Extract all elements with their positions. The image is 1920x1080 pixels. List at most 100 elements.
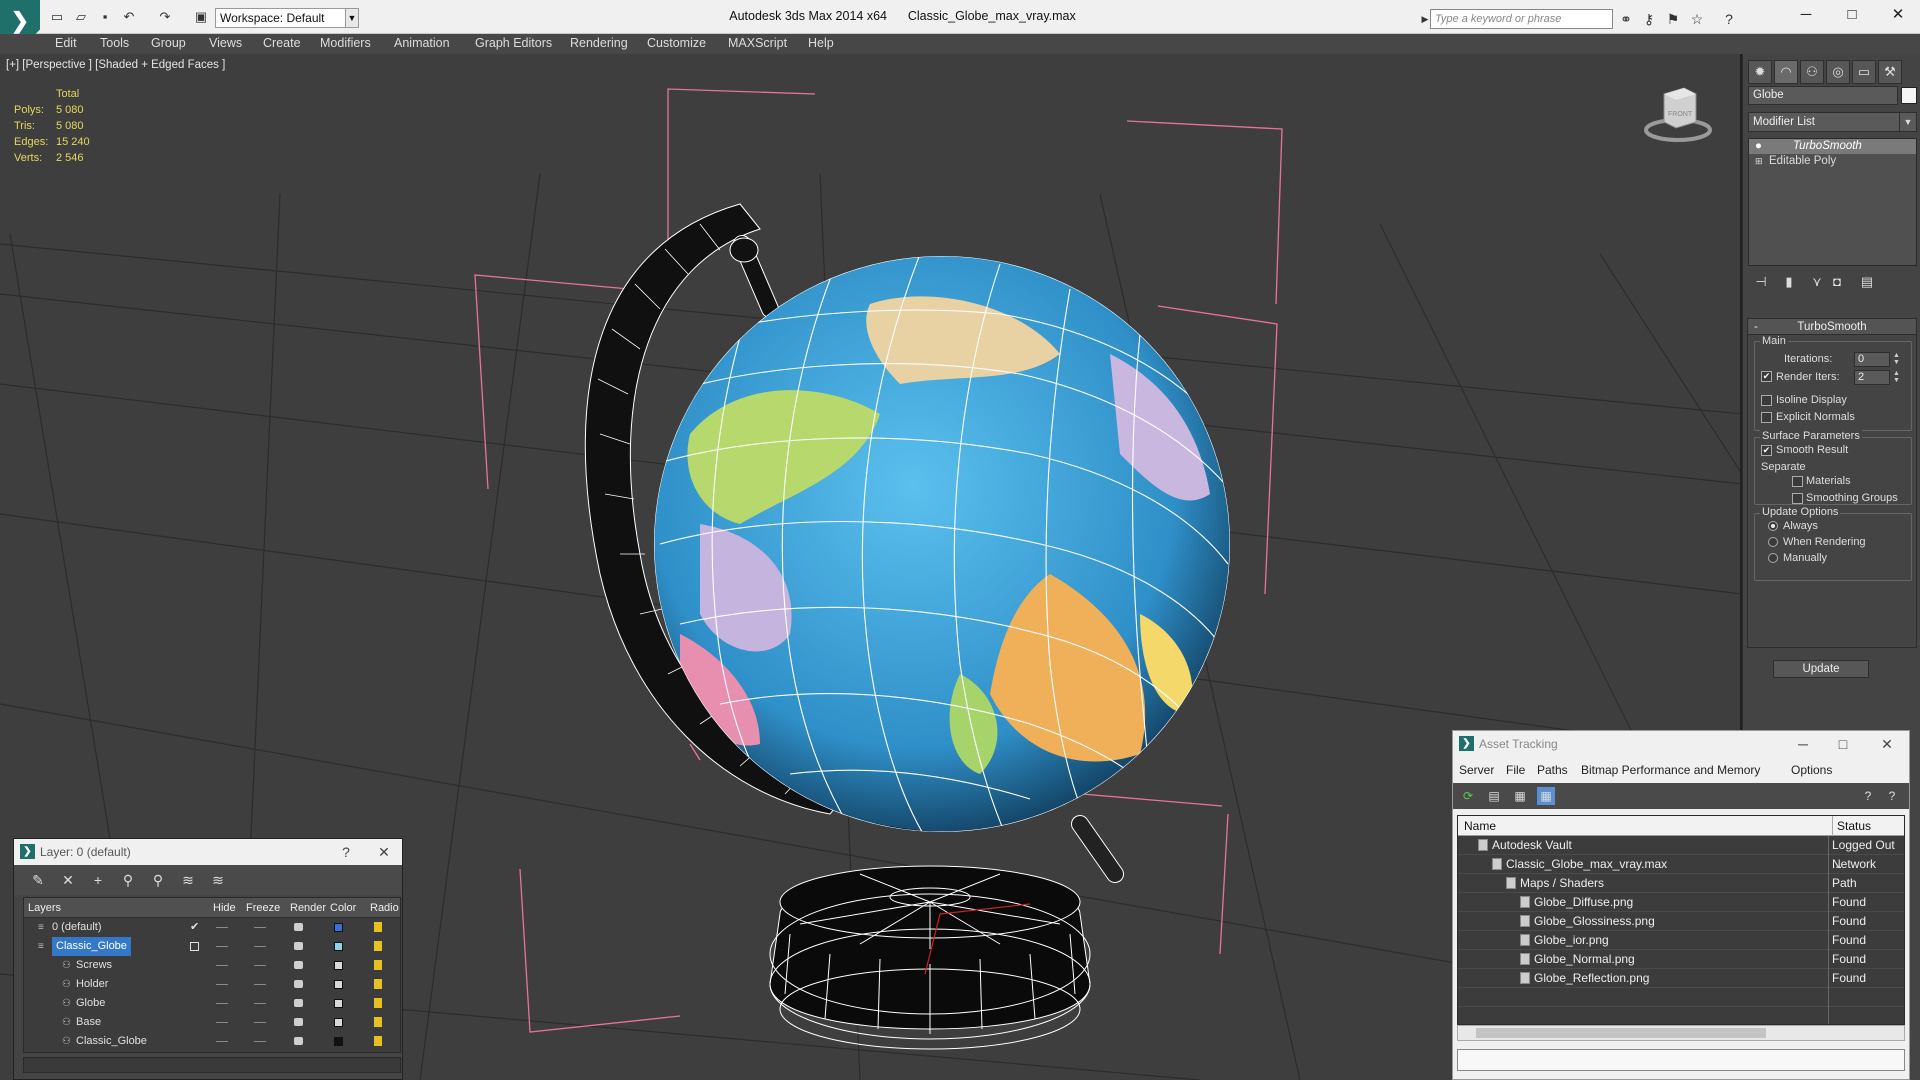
- menu-group[interactable]: Group: [151, 34, 186, 54]
- asset-name[interactable]: Maps / Shaders: [1520, 874, 1604, 893]
- layer-color-swatch[interactable]: [334, 942, 343, 951]
- maximize-icon[interactable]: □: [1829, 731, 1857, 757]
- remove-modifier-icon[interactable]: ◘: [1826, 272, 1848, 292]
- rollout-title[interactable]: - TurboSmooth: [1748, 319, 1916, 335]
- asset-menu-bitmap-performance[interactable]: Bitmap Performance and Memory: [1581, 763, 1760, 777]
- freeze-toggle[interactable]: [254, 1022, 266, 1023]
- radiosity-icon[interactable]: [374, 1017, 382, 1027]
- table-row[interactable]: ⚇ Globe: [24, 994, 400, 1013]
- materials-checkbox[interactable]: [1792, 476, 1803, 487]
- render-teapot-icon[interactable]: [294, 923, 303, 931]
- table-row[interactable]: Globe_Diffuse.png Found: [1458, 893, 1904, 912]
- iterations-spinner[interactable]: 0: [1854, 352, 1890, 367]
- refresh-icon[interactable]: ⟳: [1459, 787, 1477, 805]
- help-icon[interactable]: ?: [1859, 787, 1877, 805]
- minimize-icon[interactable]: ─: [1786, 4, 1826, 26]
- pin-stack-icon[interactable]: ⊣: [1750, 272, 1772, 292]
- undo-icon[interactable]: ↶: [120, 9, 138, 25]
- freeze-toggle[interactable]: [254, 965, 266, 966]
- asset-horizontal-scrollbar[interactable]: [1457, 1025, 1905, 1041]
- chevron-down-icon[interactable]: ▼: [1899, 112, 1917, 132]
- layer-color-swatch[interactable]: [334, 961, 343, 970]
- menu-modifiers[interactable]: Modifiers: [320, 34, 371, 54]
- binoculars-icon[interactable]: ⚭: [1617, 10, 1635, 28]
- close-icon[interactable]: ✕: [370, 839, 398, 865]
- table-row[interactable]: Globe_Glossiness.png Found: [1458, 912, 1904, 931]
- hide-all-layers-icon[interactable]: ≋: [178, 871, 198, 889]
- asset-name[interactable]: Globe_ior.png: [1534, 931, 1609, 950]
- layer-name[interactable]: Base: [76, 1013, 101, 1032]
- open-file-icon[interactable]: ▱: [72, 9, 90, 25]
- help-icon[interactable]: ?: [1720, 10, 1738, 28]
- object-color-swatch[interactable]: [1901, 87, 1917, 104]
- smoothing-groups-checkbox[interactable]: [1792, 493, 1803, 504]
- utilities-tab-icon[interactable]: ⚒: [1878, 60, 1902, 84]
- col-freeze[interactable]: Freeze: [246, 898, 280, 918]
- render-teapot-icon[interactable]: [294, 980, 303, 988]
- create-tab-icon[interactable]: ✹: [1748, 60, 1772, 84]
- hide-toggle[interactable]: [216, 946, 228, 947]
- asset-window-titlebar[interactable]: ❯ Asset Tracking ─ □ ✕: [1453, 731, 1909, 757]
- isoline-display-checkbox[interactable]: [1761, 395, 1772, 406]
- spinner-arrows-icon[interactable]: ▲ ▼: [1892, 352, 1901, 367]
- table-view-icon[interactable]: ▦: [1537, 787, 1555, 805]
- render-teapot-icon[interactable]: [294, 942, 303, 950]
- layer-name[interactable]: Globe: [76, 994, 105, 1013]
- layer-color-swatch[interactable]: [334, 980, 343, 989]
- delete-layer-icon[interactable]: ✕: [58, 871, 78, 889]
- menu-graph-editors[interactable]: Graph Editors: [475, 34, 552, 54]
- layer-color-swatch[interactable]: [334, 1018, 343, 1027]
- radiosity-icon[interactable]: [374, 941, 382, 951]
- save-icon[interactable]: ▪: [96, 9, 114, 25]
- explicit-normals-checkbox[interactable]: [1761, 412, 1772, 423]
- render-teapot-icon[interactable]: [294, 999, 303, 1007]
- table-row[interactable]: Globe_Reflection.png Found: [1458, 969, 1904, 988]
- expand-plus-icon[interactable]: ⊞: [1755, 154, 1763, 169]
- add-to-layer-icon[interactable]: +: [88, 871, 108, 889]
- layer-name[interactable]: Classic_Globe: [52, 937, 131, 956]
- col-name[interactable]: Name: [1464, 816, 1496, 836]
- col-layers[interactable]: Layers: [28, 898, 61, 918]
- maximize-icon[interactable]: □: [1832, 4, 1872, 26]
- layer-window-titlebar[interactable]: ❯ Layer: 0 (default) ? ✕: [14, 839, 402, 865]
- stack-item-turbosmooth[interactable]: ● TurboSmooth: [1749, 139, 1916, 154]
- layer-name[interactable]: 0 (default): [52, 918, 102, 937]
- project-folder-icon[interactable]: ▣: [192, 9, 210, 25]
- radiosity-icon[interactable]: [374, 998, 382, 1008]
- current-layer-check-icon[interactable]: ✔: [190, 918, 199, 937]
- freeze-toggle[interactable]: [254, 984, 266, 985]
- manually-radio[interactable]: [1768, 553, 1778, 563]
- col-render[interactable]: Render: [290, 898, 326, 918]
- table-row[interactable]: Globe_Normal.png Found: [1458, 950, 1904, 969]
- asset-name[interactable]: Globe_Glossiness.png: [1534, 912, 1655, 931]
- highlight-layer-icon[interactable]: ⚲: [148, 871, 168, 889]
- close-icon[interactable]: ✕: [1873, 731, 1901, 757]
- scrollbar-thumb[interactable]: [1476, 1028, 1766, 1038]
- render-teapot-icon[interactable]: [294, 1037, 303, 1045]
- close-icon[interactable]: ✕: [1878, 4, 1918, 26]
- subscription-key-icon[interactable]: ⚷: [1640, 10, 1658, 28]
- render-teapot-icon[interactable]: [294, 961, 303, 969]
- spinner-arrows-icon[interactable]: ▲ ▼: [1892, 370, 1901, 385]
- always-radio[interactable]: [1768, 521, 1778, 531]
- make-unique-icon[interactable]: ⋎: [1806, 272, 1828, 292]
- render-iters-spinner[interactable]: 2: [1854, 370, 1890, 385]
- hide-toggle[interactable]: [216, 1003, 228, 1004]
- menu-tools[interactable]: Tools: [100, 34, 129, 54]
- layer-name[interactable]: Screws: [76, 956, 112, 975]
- menu-views[interactable]: Views: [209, 34, 242, 54]
- menu-edit[interactable]: Edit: [55, 34, 77, 54]
- table-row[interactable]: ⚇ Holder: [24, 975, 400, 994]
- workspace-dropdown-arrow-icon[interactable]: ▼: [345, 8, 359, 28]
- show-end-result-icon[interactable]: ▮: [1778, 272, 1800, 292]
- table-row[interactable]: ⚇ Classic_Globe: [24, 1032, 400, 1051]
- asset-menu-paths[interactable]: Paths: [1537, 763, 1568, 777]
- freeze-toggle[interactable]: [254, 1041, 266, 1042]
- communication-icon[interactable]: ⚑: [1664, 10, 1682, 28]
- layer-horizontal-scrollbar[interactable]: [23, 1057, 401, 1073]
- asset-menu-file[interactable]: File: [1506, 763, 1525, 777]
- freeze-toggle[interactable]: [254, 927, 266, 928]
- layer-name[interactable]: Holder: [76, 975, 108, 994]
- when-rendering-radio[interactable]: [1768, 537, 1778, 547]
- render-iters-checkbox[interactable]: ✔: [1761, 371, 1772, 382]
